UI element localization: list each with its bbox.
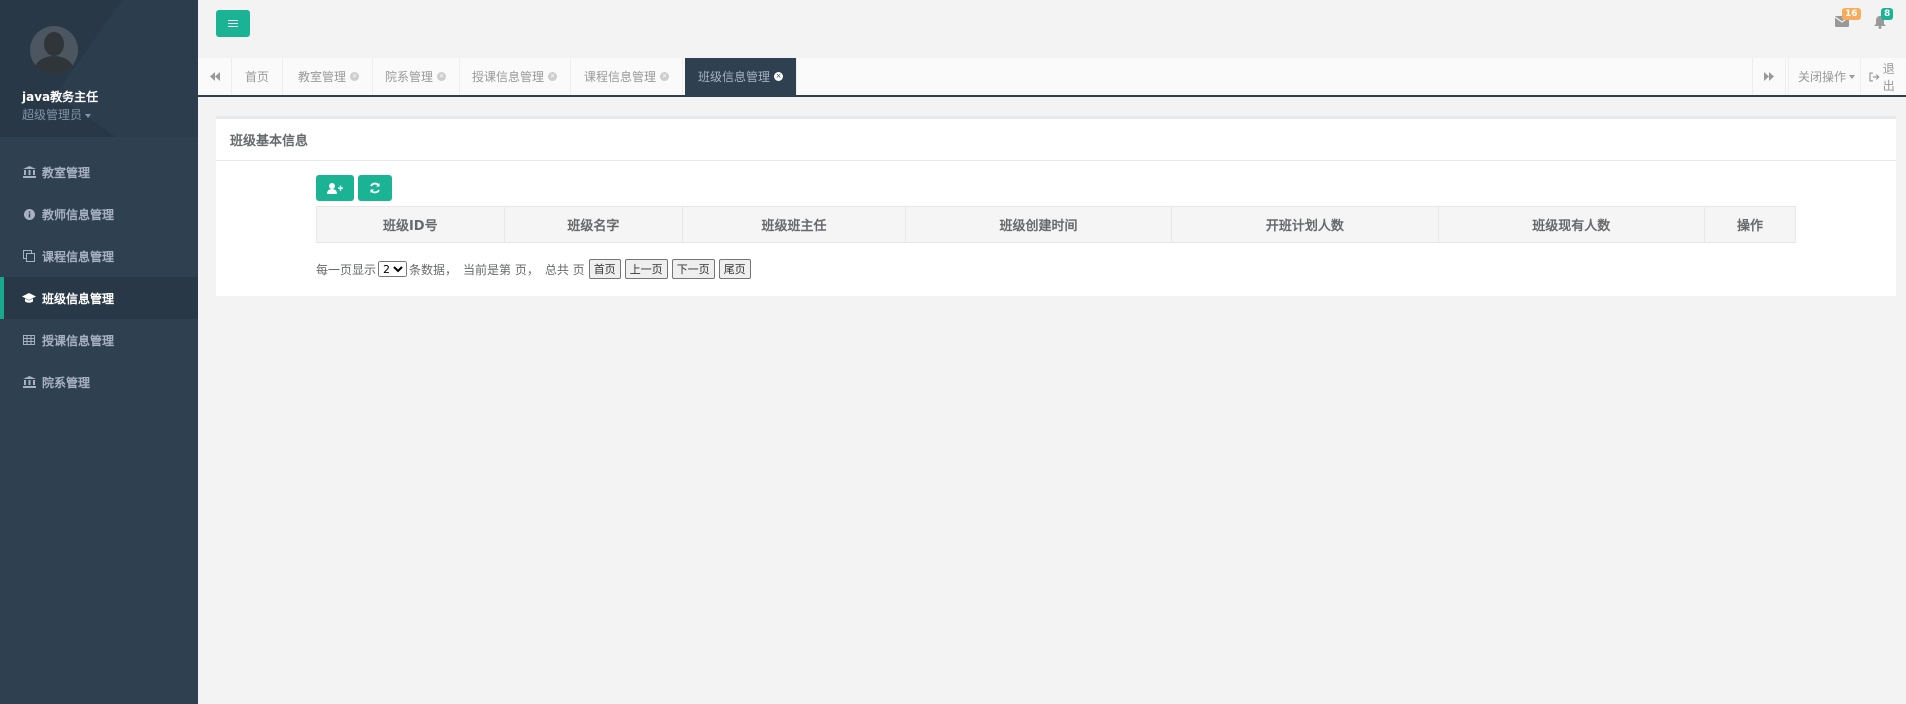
sidebar-item-class[interactable]: 班级信息管理: [0, 277, 198, 319]
tab-home[interactable]: 首页: [232, 58, 284, 95]
table-header-row: 班级ID号 班级名字 班级班主任 班级创建时间 开班计划人数 班级现有人数 操作: [316, 206, 1797, 243]
top-header: 16 8: [198, 0, 1906, 58]
column-header: 班级ID号: [316, 206, 505, 243]
user-role-dropdown[interactable]: 超级管理员: [22, 106, 92, 123]
tab-classroom[interactable]: 教室管理 ×: [285, 58, 374, 95]
sidebar-item-teacher[interactable]: 教师信息管理: [0, 193, 198, 235]
close-tab-icon[interactable]: ×: [437, 72, 447, 81]
column-header: 班级现有人数: [1437, 206, 1705, 243]
graduation-cap-icon: [22, 291, 36, 305]
tab-class[interactable]: 班级信息管理 ×: [685, 58, 798, 95]
sidebar-item-classroom[interactable]: 教室管理: [0, 151, 198, 193]
menu-toggle-button[interactable]: [216, 10, 250, 37]
close-operations-dropdown[interactable]: 关闭操作: [1788, 58, 1858, 95]
next-page-button[interactable]: 下一页: [671, 259, 715, 279]
hamburger-icon: [228, 22, 238, 25]
column-header: 开班计划人数: [1171, 206, 1439, 243]
column-header: 操作: [1703, 206, 1797, 243]
bank-icon: [22, 375, 36, 389]
tab-department[interactable]: 院系管理 ×: [372, 58, 461, 95]
sidebar-item-course[interactable]: 课程信息管理: [0, 235, 198, 277]
panel-title: 班级基本信息: [216, 119, 1896, 161]
add-class-button[interactable]: [316, 175, 354, 201]
sign-out-icon: [1869, 72, 1880, 81]
close-tab-icon[interactable]: ×: [548, 72, 558, 81]
sidebar: java教务主任 超级管理员 教室管理 教师信息管理 课程信息管理 班级信息管理…: [0, 0, 198, 704]
user-name: java教务主任: [22, 90, 99, 104]
refresh-button[interactable]: [358, 175, 392, 201]
column-header: 班级名字: [503, 206, 684, 243]
refresh-icon: [370, 182, 380, 194]
caret-down-icon: [1849, 74, 1856, 79]
forward-icon: [1764, 72, 1774, 81]
copy-icon: [22, 249, 36, 263]
pagination: 每一页显示 2 条数据， 当前是第 页， 总共 页 首页 上一页 下一页 尾页: [316, 259, 751, 279]
page-size-select[interactable]: 2: [378, 261, 408, 277]
avatar[interactable]: [30, 26, 78, 74]
close-tab-icon[interactable]: ×: [774, 72, 784, 81]
class-info-panel: 班级基本信息 班级ID号 班级名字 班级班主任 班级创建时间 开班计划人数 班级…: [216, 116, 1896, 296]
mail-badge: 16: [1842, 8, 1861, 20]
user-plus-icon: [327, 182, 343, 194]
last-page-button[interactable]: 尾页: [718, 259, 751, 279]
profile-panel: java教务主任 超级管理员: [0, 0, 198, 137]
close-tab-icon[interactable]: ×: [660, 72, 670, 81]
table-icon: [22, 333, 36, 347]
tab-teaching[interactable]: 授课信息管理 ×: [459, 58, 572, 95]
close-tab-icon[interactable]: ×: [350, 72, 360, 81]
column-header: 班级创建时间: [904, 206, 1173, 243]
logout-button[interactable]: 退出: [1860, 58, 1906, 95]
tabs-scroll-left-button[interactable]: [198, 58, 232, 95]
tab-course[interactable]: 课程信息管理 ×: [571, 58, 684, 95]
caret-down-icon: [85, 113, 92, 118]
class-table: 班级ID号 班级名字 班级班主任 班级创建时间 开班计划人数 班级现有人数 操作: [316, 206, 1797, 243]
bell-badge: 8: [1881, 8, 1894, 20]
page-tabs-bar: 首页 教室管理 × 院系管理 × 授课信息管理 × 课程信息管理 × 班级信息管理 × 关…: [198, 58, 1906, 97]
prev-page-button[interactable]: 上一页: [624, 259, 668, 279]
bank-icon: [22, 165, 36, 179]
sidebar-nav: 教室管理 教师信息管理 课程信息管理 班级信息管理 授课信息管理 院系管理: [0, 151, 198, 403]
info-circle-icon: [22, 207, 36, 221]
tabs-scroll-right-button[interactable]: [1752, 58, 1786, 95]
bell-notification[interactable]: 8: [1874, 8, 1894, 30]
column-header: 班级班主任: [682, 206, 906, 243]
sidebar-item-teaching[interactable]: 授课信息管理: [0, 319, 198, 361]
mail-notification[interactable]: 16: [1834, 8, 1861, 30]
sidebar-item-department[interactable]: 院系管理: [0, 361, 198, 403]
backward-icon: [209, 72, 220, 81]
first-page-button[interactable]: 首页: [588, 259, 621, 279]
